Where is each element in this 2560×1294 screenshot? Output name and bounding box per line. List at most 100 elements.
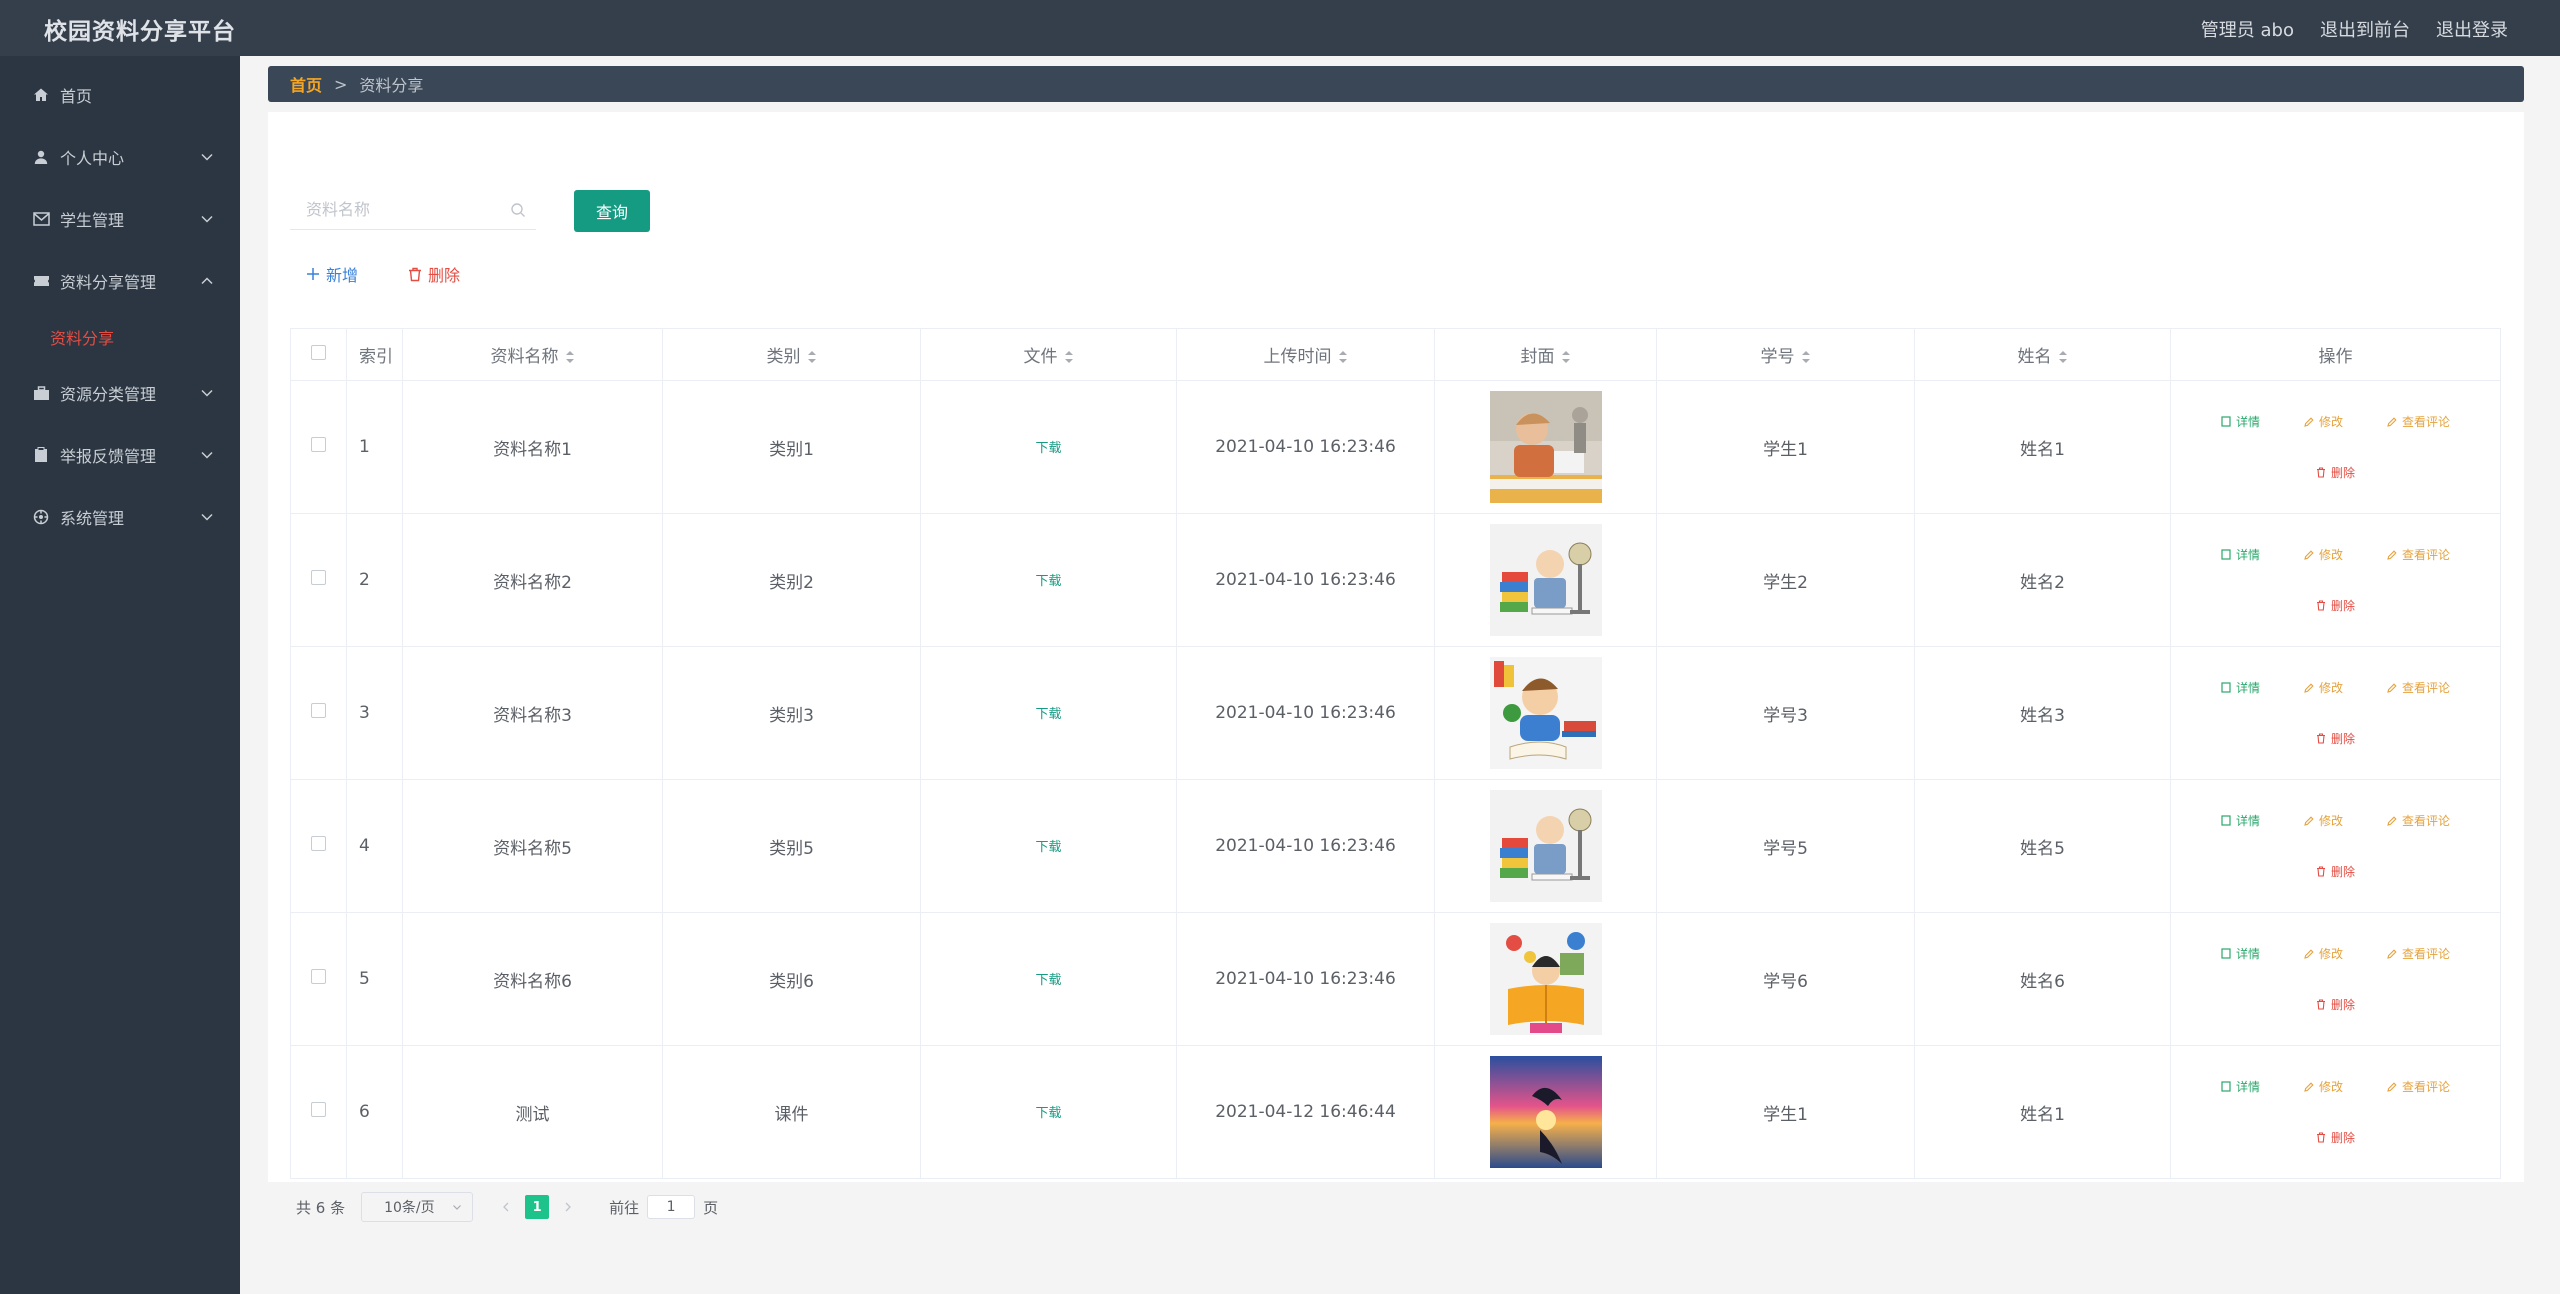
- mail-icon: [32, 210, 50, 228]
- detail-button[interactable]: 详情: [2221, 546, 2260, 563]
- download-link[interactable]: 下载: [1035, 973, 1061, 988]
- cell-name: 资料名称5: [402, 779, 663, 913]
- search-input[interactable]: [290, 190, 536, 230]
- view-comments-button[interactable]: 查看评论: [2387, 679, 2450, 696]
- delete-button[interactable]: 删除: [2316, 597, 2355, 614]
- download-link[interactable]: 下载: [1035, 1106, 1061, 1121]
- chevron-down-icon: [201, 215, 213, 223]
- page-number-current[interactable]: 1: [525, 1195, 550, 1219]
- logout-link[interactable]: 退出登录: [2436, 16, 2508, 42]
- prev-page-button[interactable]: [495, 1196, 518, 1218]
- cover-image[interactable]: [1489, 391, 1602, 503]
- cover-image[interactable]: [1489, 923, 1602, 1035]
- sidebar-item-category-management[interactable]: 资源分类管理: [0, 362, 240, 424]
- comment-label: 查看评论: [2402, 1080, 2451, 1094]
- header-student-name[interactable]: 姓名: [1914, 328, 2171, 381]
- cell-category: 类别3: [662, 646, 921, 780]
- header-cover-label: 封面: [1520, 347, 1555, 367]
- download-link[interactable]: 下载: [1035, 574, 1061, 589]
- row-checkbox[interactable]: [311, 703, 326, 718]
- view-comments-button[interactable]: 查看评论: [2387, 812, 2450, 829]
- exit-to-front-link[interactable]: 退出到前台: [2320, 16, 2410, 42]
- sort-icon[interactable]: [565, 350, 575, 364]
- detail-button[interactable]: 详情: [2221, 679, 2260, 696]
- edit-icon: [2304, 815, 2314, 826]
- row-actions: 详情 修改 查看评论 删除: [2171, 812, 2500, 880]
- download-link[interactable]: 下载: [1035, 840, 1061, 855]
- edit-button[interactable]: 修改: [2304, 546, 2343, 563]
- sidebar-item-student-management[interactable]: 学生管理: [0, 188, 240, 250]
- delete-button[interactable]: 删除: [2316, 1129, 2355, 1146]
- delete-button-label: 删除: [428, 266, 461, 285]
- delete-button[interactable]: 删除: [2316, 464, 2355, 481]
- clipboard-icon: [32, 446, 50, 464]
- cell-student-name: 姓名6: [1914, 912, 2171, 1046]
- header-cover[interactable]: 封面: [1434, 328, 1657, 381]
- sidebar-item-report-feedback[interactable]: 举报反馈管理: [0, 424, 240, 486]
- detail-button[interactable]: 详情: [2221, 812, 2260, 829]
- sort-icon[interactable]: [1064, 350, 1074, 364]
- row-checkbox[interactable]: [311, 570, 326, 585]
- table-row: 1 资料名称1 类别1 下载 2021-04-10 16:23:46 学生1 姓…: [290, 380, 2501, 514]
- cover-image[interactable]: [1489, 1056, 1602, 1168]
- row-checkbox[interactable]: [311, 836, 326, 851]
- sidebar-subitem-material-share[interactable]: 资料分享: [0, 312, 240, 362]
- sort-icon[interactable]: [1561, 350, 1571, 364]
- row-checkbox[interactable]: [311, 437, 326, 452]
- edit-button[interactable]: 修改: [2304, 1078, 2343, 1095]
- cover-image[interactable]: [1489, 790, 1602, 902]
- view-comments-button[interactable]: 查看评论: [2387, 546, 2450, 563]
- goto-page-input[interactable]: [647, 1195, 696, 1219]
- cell-index: 3: [346, 646, 403, 780]
- next-page-button[interactable]: [557, 1196, 580, 1218]
- view-comments-button[interactable]: 查看评论: [2387, 413, 2450, 430]
- delete-button[interactable]: 删除: [2316, 996, 2355, 1013]
- user-icon: [32, 148, 50, 166]
- cover-image[interactable]: [1489, 657, 1602, 769]
- header-category[interactable]: 类别: [662, 328, 921, 381]
- row-checkbox[interactable]: [311, 969, 326, 984]
- delete-button[interactable]: 删除: [2316, 730, 2355, 747]
- edit-button[interactable]: 修改: [2304, 812, 2343, 829]
- detail-button[interactable]: 详情: [2221, 1078, 2260, 1095]
- header-upload-time[interactable]: 上传时间: [1176, 328, 1435, 381]
- sort-icon[interactable]: [1801, 350, 1811, 364]
- edit-icon: [2304, 948, 2314, 959]
- select-all-checkbox[interactable]: [311, 344, 326, 360]
- chevron-left-icon: [503, 1202, 509, 1212]
- sidebar-item-share-management[interactable]: 资料分享管理: [0, 250, 240, 312]
- edit-button[interactable]: 修改: [2304, 413, 2343, 430]
- view-comments-button[interactable]: 查看评论: [2387, 945, 2450, 962]
- detail-button[interactable]: 详情: [2221, 413, 2260, 430]
- add-button-label: 新增: [326, 266, 359, 285]
- cover-image[interactable]: [1489, 524, 1602, 636]
- sort-icon[interactable]: [807, 350, 817, 364]
- add-button[interactable]: 新增: [306, 262, 358, 286]
- download-link[interactable]: 下载: [1035, 707, 1061, 722]
- top-header: 校园资料分享平台 管理员 abo 退出到前台 退出登录: [0, 0, 2560, 56]
- sort-icon[interactable]: [2058, 350, 2068, 364]
- header-index: 索引: [346, 328, 403, 381]
- sidebar-item-system-management[interactable]: 系统管理: [0, 486, 240, 548]
- chevron-down-icon: [201, 451, 213, 459]
- sort-icon[interactable]: [1338, 350, 1348, 364]
- sidebar-item-home[interactable]: 首页: [0, 64, 240, 126]
- query-button[interactable]: 查询: [574, 190, 650, 232]
- row-checkbox[interactable]: [311, 1102, 326, 1117]
- edit-button[interactable]: 修改: [2304, 679, 2343, 696]
- sidebar-item-personal-center[interactable]: 个人中心: [0, 126, 240, 188]
- view-comments-button[interactable]: 查看评论: [2387, 1078, 2450, 1095]
- header-file[interactable]: 文件: [920, 328, 1177, 381]
- detail-button[interactable]: 详情: [2221, 945, 2260, 962]
- edit-button[interactable]: 修改: [2304, 945, 2343, 962]
- delete-button[interactable]: 删除: [2316, 863, 2355, 880]
- batch-delete-button[interactable]: 删除: [408, 262, 460, 286]
- download-link[interactable]: 下载: [1035, 441, 1061, 456]
- header-file-label: 文件: [1023, 347, 1058, 367]
- cell-index: 2: [346, 513, 403, 647]
- header-student-no[interactable]: 学号: [1656, 328, 1915, 381]
- cell-category: 类别1: [662, 380, 921, 514]
- breadcrumb-home[interactable]: 首页: [290, 72, 322, 96]
- page-size-select[interactable]: 10条/页: [361, 1192, 474, 1222]
- header-name[interactable]: 资料名称: [402, 328, 663, 381]
